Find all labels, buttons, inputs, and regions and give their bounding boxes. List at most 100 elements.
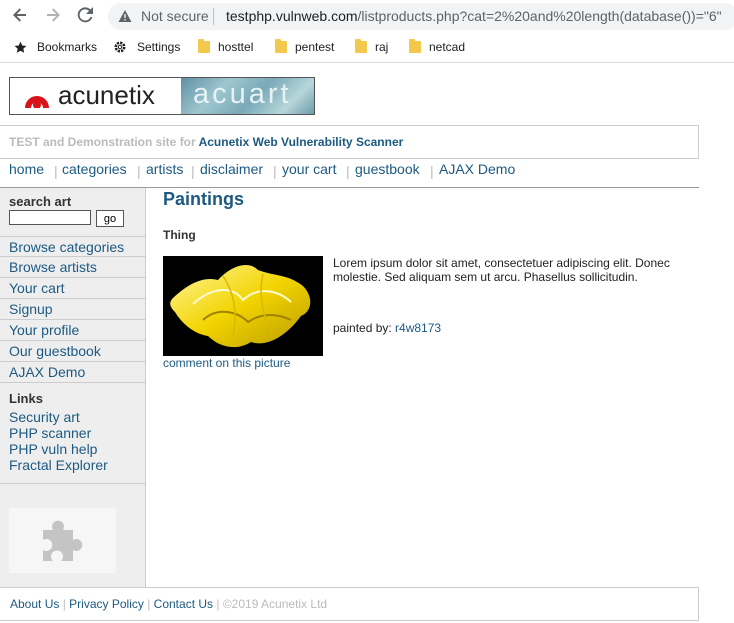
bookmark-raj[interactable]: raj bbox=[355, 39, 389, 54]
nav-disclaimer[interactable]: disclaimer bbox=[200, 161, 263, 177]
acunetix-logo: acunetix bbox=[10, 78, 181, 114]
url-path: /listproducts.php?cat=2%20and%20length(d… bbox=[357, 8, 722, 24]
nav-categories[interactable]: categories bbox=[62, 161, 127, 177]
product-description: Lorem ipsum dolor sit amet, consectetuer… bbox=[333, 256, 670, 284]
bookmark-label: Bookmarks bbox=[37, 40, 98, 54]
sidebar-divider bbox=[0, 483, 146, 484]
tagline: TEST and Demonstration site for Acunetix… bbox=[9, 135, 403, 149]
nav-artists[interactable]: artists bbox=[146, 161, 183, 177]
bookmark-label: netcad bbox=[429, 40, 466, 54]
footer-link-privacy[interactable]: Privacy Policy bbox=[69, 597, 144, 611]
painted-by-label: painted by: bbox=[333, 321, 396, 335]
bookmark-pentest[interactable]: pentest bbox=[275, 39, 335, 54]
nav-your-cart[interactable]: your cart bbox=[282, 161, 336, 177]
forward-arrow-icon bbox=[47, 8, 60, 22]
sidebar: search art go Browse categories Browse a… bbox=[0, 188, 146, 587]
footer-link-about[interactable]: About Us bbox=[10, 597, 59, 611]
footer-link-contact[interactable]: Contact Us bbox=[154, 597, 213, 611]
footer: About Us | Privacy Policy | Contact Us |… bbox=[0, 587, 699, 621]
acunetix-mark-icon bbox=[25, 96, 49, 108]
address-separator bbox=[213, 8, 214, 25]
sidebar-link-label: Your profile bbox=[9, 322, 80, 338]
puzzle-piece-icon bbox=[43, 520, 83, 561]
back-arrow-icon bbox=[13, 8, 26, 22]
reload-button[interactable] bbox=[74, 6, 96, 28]
star-icon bbox=[14, 41, 27, 53]
footer-separator: | bbox=[216, 597, 220, 611]
product-title[interactable]: Thing bbox=[163, 228, 196, 242]
sidebar-link-label: Browse categories bbox=[9, 239, 125, 255]
sidebar-link-ajax-demo[interactable]: AJAX Demo bbox=[0, 362, 146, 383]
folder-icon bbox=[355, 39, 367, 53]
nav-home[interactable]: home bbox=[9, 161, 44, 177]
folder-icon bbox=[409, 39, 421, 53]
nav-separator: | bbox=[430, 163, 434, 179]
sidebar-link-label: Browse artists bbox=[9, 259, 97, 275]
search-title: search art bbox=[9, 194, 72, 209]
folder-icon bbox=[275, 39, 287, 53]
web-page: acunetix acuart TEST and Demonstration s… bbox=[0, 64, 734, 623]
sidebar-link-label: Signup bbox=[9, 301, 53, 317]
warning-icon bbox=[118, 10, 132, 22]
nav-separator: | bbox=[54, 163, 58, 179]
tagline-product-link[interactable]: Acunetix Web Vulnerability Scanner bbox=[199, 135, 404, 149]
sidebar-link-our-guestbook[interactable]: Our guestbook bbox=[0, 341, 146, 362]
back-button[interactable] bbox=[9, 6, 31, 28]
bookmarks-bar: Bookmarks Settings hosttel pentest raj n… bbox=[0, 33, 734, 63]
link-fractal-explorer[interactable]: Fractal Explorer bbox=[9, 457, 108, 473]
nav-guestbook[interactable]: guestbook bbox=[355, 161, 420, 177]
bookmark-settings[interactable]: Settings bbox=[113, 40, 180, 54]
bookmark-label: hosttel bbox=[218, 40, 254, 54]
logo-secondary-text: acuart bbox=[193, 78, 292, 110]
artist-link[interactable]: r4w8173 bbox=[395, 321, 441, 335]
footer-separator: | bbox=[62, 597, 66, 611]
sidebar-link-browse-artists[interactable]: Browse artists bbox=[0, 257, 146, 278]
search-go-button[interactable]: go bbox=[96, 210, 124, 227]
tagline-bar: TEST and Demonstration site for Acunetix… bbox=[0, 125, 699, 159]
nav-separator: | bbox=[346, 163, 350, 179]
sidebar-link-signup[interactable]: Signup bbox=[0, 299, 146, 320]
nav-separator: | bbox=[137, 163, 141, 179]
painted-by: painted by: r4w8173 bbox=[333, 321, 441, 335]
page-title: Paintings bbox=[163, 189, 245, 209]
logo-text: acunetix bbox=[58, 80, 155, 110]
sidebar-link-your-profile[interactable]: Your profile bbox=[0, 320, 146, 341]
plugin-placeholder bbox=[9, 508, 116, 573]
top-navigation: home | categories | artists | disclaimer… bbox=[0, 159, 699, 188]
browser-toolbar: Not secure testphp.vulnweb.com/listprodu… bbox=[0, 0, 734, 33]
bookmark-netcad[interactable]: netcad bbox=[409, 39, 466, 54]
forward-button[interactable] bbox=[42, 6, 64, 28]
sidebar-link-label: AJAX Demo bbox=[9, 364, 86, 380]
footer-separator: | bbox=[147, 597, 151, 611]
link-php-scanner[interactable]: PHP scanner bbox=[9, 425, 91, 441]
sidebar-link-browse-categories[interactable]: Browse categories bbox=[0, 236, 146, 257]
security-status: Not secure bbox=[141, 8, 209, 24]
bookmark-label: pentest bbox=[295, 40, 335, 54]
link-security-art[interactable]: Security art bbox=[9, 409, 80, 425]
acuart-banner: acuart bbox=[181, 78, 314, 114]
links-title: Links bbox=[9, 391, 43, 406]
link-php-vuln-help[interactable]: PHP vuln help bbox=[9, 441, 97, 457]
bookmark-hosttel[interactable]: hosttel bbox=[198, 39, 254, 54]
reload-icon bbox=[77, 7, 93, 23]
nav-separator: | bbox=[273, 163, 277, 179]
search-input[interactable] bbox=[9, 210, 91, 225]
url-text: testphp.vulnweb.com/listproducts.php?cat… bbox=[226, 8, 722, 24]
address-bar[interactable]: Not secure testphp.vulnweb.com/listprodu… bbox=[108, 3, 734, 30]
sidebar-link-your-cart[interactable]: Your cart bbox=[0, 278, 146, 299]
gear-icon bbox=[114, 41, 126, 53]
folder-icon bbox=[198, 39, 210, 53]
comment-link[interactable]: comment on this picture bbox=[163, 356, 290, 370]
nav-ajax-demo[interactable]: AJAX Demo bbox=[439, 161, 515, 177]
product-image[interactable] bbox=[163, 256, 323, 356]
bookmark-bookmarks[interactable]: Bookmarks bbox=[14, 40, 97, 54]
url-host: testphp.vulnweb.com bbox=[226, 8, 358, 24]
footer-copyright: ©2019 Acunetix Ltd bbox=[222, 597, 328, 611]
sidebar-link-label: Your cart bbox=[9, 280, 65, 296]
bookmark-label: Settings bbox=[137, 40, 181, 54]
nav-separator: | bbox=[191, 163, 195, 179]
tagline-prefix: TEST and Demonstration site for bbox=[9, 135, 199, 149]
bookmark-label: raj bbox=[375, 40, 389, 54]
site-logo[interactable]: acunetix acuart bbox=[9, 77, 315, 115]
sidebar-link-label: Our guestbook bbox=[9, 343, 101, 359]
